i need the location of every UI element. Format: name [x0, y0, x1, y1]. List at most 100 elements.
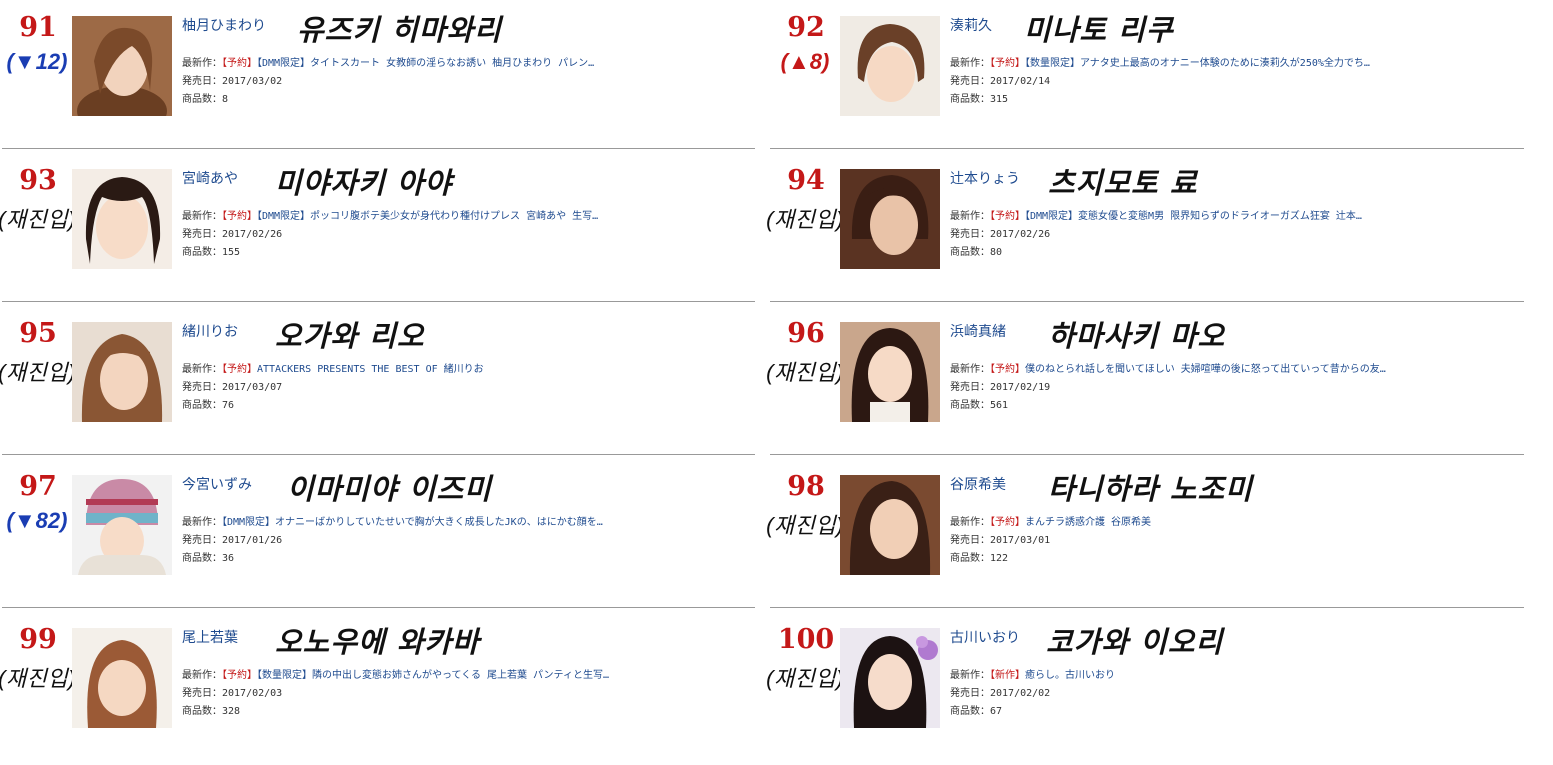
actress-photo[interactable]: [72, 169, 172, 269]
release-row: 発売日：2017/01/26: [182, 531, 282, 546]
latest-work-title-link[interactable]: 【DMM限定】タイトスカート 女教師の淫らなお誘い 柚月ひまわり パレン…: [257, 58, 594, 69]
reservation-tag: 【予約】: [222, 670, 257, 681]
product-count: 315: [990, 94, 1009, 105]
release-date: 2017/02/02: [990, 688, 1051, 699]
rank-change: (재진입): [0, 207, 76, 232]
rank-block: 97 (▼82): [0, 459, 80, 569]
count-row: 商品数：67: [950, 702, 1002, 717]
korean-name: 츠지모토 료: [1048, 166, 1198, 200]
count-row: 商品数：122: [950, 549, 1008, 564]
rank-number: 91: [19, 12, 57, 43]
latest-work-row: 最新作：【新作】癒らし。古川いおり: [950, 666, 1115, 681]
release-date: 2017/02/14: [990, 76, 1051, 87]
reservation-tag: 【予約】: [990, 58, 1025, 69]
release-label: 発売日：: [950, 229, 990, 240]
divider: [2, 301, 755, 302]
ranking-entry: 91 (▼12) 柚月ひまわり 유즈키 히마와리 最新作：【予約】【DMM限定】…: [0, 0, 770, 153]
product-count: 155: [222, 247, 241, 258]
divider: [2, 148, 755, 149]
release-row: 発売日：2017/02/03: [182, 684, 282, 699]
actress-photo[interactable]: [72, 475, 172, 575]
latest-work-title-link[interactable]: 【数量限定】アナタ史上最高のオナニー体験のために湊莉久が250%全力でち…: [1025, 58, 1370, 69]
release-label: 発売日：: [182, 382, 222, 393]
rank-change: (재진입): [766, 360, 844, 385]
latest-label: 最新作：: [182, 364, 222, 375]
latest-work-title-link[interactable]: 【DMM限定】オナニーばかりしていたせいで胸が大きく成長したJKの、はにかむ顔を…: [222, 517, 603, 528]
japanese-name-link[interactable]: 柚月ひまわり: [182, 15, 266, 35]
ranking-entry: 99 (재진입) 尾上若葉 오노우에 와카바 最新作：【予約】【数量限定】隣の中…: [0, 612, 770, 765]
latest-work-title-link[interactable]: 【数量限定】隣の中出し変態お姉さんがやってくる 尾上若葉 パンティと生写…: [257, 670, 609, 681]
japanese-name-link[interactable]: 古川いおり: [950, 627, 1020, 647]
japanese-name-link[interactable]: 宮崎あや: [182, 168, 238, 188]
rank-change: (재진입): [766, 513, 844, 538]
actress-photo[interactable]: [840, 169, 940, 269]
latest-label: 最新作：: [182, 670, 222, 681]
rank-change: (재진입): [766, 666, 844, 691]
product-count: 122: [990, 553, 1009, 564]
release-row: 発売日：2017/03/02: [182, 72, 282, 87]
actress-photo[interactable]: [840, 628, 940, 728]
japanese-name-link[interactable]: 今宮いずみ: [182, 474, 252, 494]
actress-photo[interactable]: [840, 475, 940, 575]
divider: [770, 454, 1524, 455]
count-row: 商品数：8: [182, 90, 228, 105]
release-label: 発売日：: [950, 76, 990, 87]
actress-photo[interactable]: [840, 322, 940, 422]
reservation-tag: 【予約】: [990, 517, 1025, 528]
count-label: 商品数：: [182, 706, 222, 717]
korean-name: 코가와 이오리: [1046, 625, 1224, 659]
rank-block: 94 (재진입): [766, 153, 848, 263]
latest-work-title-link[interactable]: 癒らし。古川いおり: [1025, 670, 1115, 681]
latest-work-row: 最新作：【予約】【数量限定】隣の中出し変態お姉さんがやってくる 尾上若葉 パンテ…: [182, 666, 609, 681]
rank-change: (▼12): [6, 49, 68, 74]
release-label: 発売日：: [182, 535, 222, 546]
latest-work-title-link[interactable]: 【DMM限定】ポッコリ腹ボテ美少女が身代わり種付けプレス 宮崎あや 生写…: [257, 211, 598, 222]
release-row: 発売日：2017/02/26: [950, 225, 1050, 240]
reservation-tag: 【予約】: [990, 364, 1025, 375]
release-date: 2017/01/26: [222, 535, 283, 546]
actress-photo[interactable]: [840, 16, 940, 116]
japanese-name-link[interactable]: 谷原希美: [950, 474, 1006, 494]
latest-work-row: 最新作：【DMM限定】オナニーばかりしていたせいで胸が大きく成長したJKの、はに…: [182, 513, 603, 528]
latest-work-title-link[interactable]: 【DMM限定】変態女優と変態M男 限界知らずのドライオーガズム狂宴 辻本…: [1025, 211, 1362, 222]
product-count: 8: [222, 94, 229, 105]
korean-name: 유즈키 히마와리: [297, 13, 502, 47]
japanese-name-link[interactable]: 湊莉久: [950, 15, 992, 35]
count-label: 商品数：: [182, 400, 222, 411]
release-row: 発売日：2017/02/19: [950, 378, 1050, 393]
divider: [2, 607, 755, 608]
actress-photo[interactable]: [72, 628, 172, 728]
rank-change: (재진입): [0, 360, 76, 385]
count-row: 商品数：328: [182, 702, 240, 717]
korean-name: 오노우에 와카바: [275, 625, 480, 659]
actress-photo[interactable]: [72, 322, 172, 422]
rank-number: 94: [787, 165, 825, 196]
japanese-name-link[interactable]: 尾上若葉: [182, 627, 238, 647]
latest-label: 最新作：: [950, 58, 990, 69]
latest-work-title-link[interactable]: 僕のねとられ話しを聞いてほしい 夫婦喧嘩の後に怒って出ていって昔からの友…: [1025, 364, 1386, 375]
latest-label: 最新作：: [950, 211, 990, 222]
latest-work-title-link[interactable]: まんチラ誘惑介護 谷原希美: [1025, 517, 1151, 528]
latest-work-title-link[interactable]: ATTACKERS PRESENTS THE BEST OF 緒川りお: [257, 364, 484, 375]
product-count: 36: [222, 553, 235, 564]
actress-photo[interactable]: [72, 16, 172, 116]
divider: [770, 148, 1524, 149]
latest-work-row: 最新作：【予約】【DMM限定】ポッコリ腹ボテ美少女が身代わり種付けプレス 宮崎あ…: [182, 207, 598, 222]
divider: [770, 607, 1524, 608]
rank-block: 92 (▲8): [768, 0, 848, 110]
release-date: 2017/02/26: [990, 229, 1051, 240]
count-label: 商品数：: [950, 553, 990, 564]
rank-number: 100: [777, 624, 835, 655]
count-label: 商品数：: [950, 94, 990, 105]
ranking-entry: 97 (▼82) 今宮いずみ 이마미야 이즈미 最新作：【DMM限定】オナニーば…: [0, 459, 770, 612]
rank-block: 93 (재진입): [0, 153, 80, 263]
count-row: 商品数：76: [182, 396, 234, 411]
reservation-tag: 【予約】: [222, 58, 257, 69]
japanese-name-link[interactable]: 浜崎真緒: [950, 321, 1006, 341]
reservation-tag: 【予約】: [990, 211, 1025, 222]
japanese-name-link[interactable]: 辻本りょう: [950, 168, 1020, 188]
rank-number: 92: [787, 12, 825, 43]
release-label: 発売日：: [182, 229, 222, 240]
ranking-entry: 95 (재진입) 緒川りお 오가와 리오 最新作：【予約】ATTACKERS P…: [0, 306, 770, 459]
japanese-name-link[interactable]: 緒川りお: [182, 321, 238, 341]
